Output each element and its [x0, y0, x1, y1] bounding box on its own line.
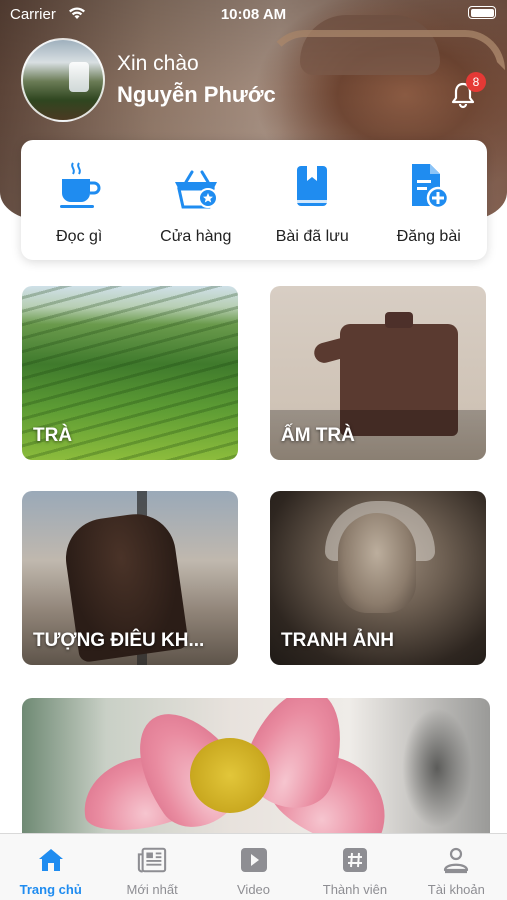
- hashtag-icon: [340, 846, 370, 874]
- featured-banner[interactable]: [22, 698, 490, 838]
- tab-account[interactable]: Tài khoản: [406, 834, 507, 900]
- portrait-image: [338, 513, 416, 613]
- quick-action-store[interactable]: Cửa hàng: [140, 158, 252, 246]
- teapot-lid: [385, 312, 413, 328]
- quick-action-label: Cửa hàng: [160, 228, 232, 245]
- add-document-icon: [405, 158, 453, 210]
- user-name: Nguyễn Phước: [117, 82, 276, 107]
- quick-action-label: Đăng bài: [396, 228, 461, 245]
- category-tile-teapot[interactable]: ẤM TRÀ: [270, 286, 486, 460]
- tab-home[interactable]: Trang chủ: [0, 834, 101, 900]
- tab-bar: Trang chủ Mới nhất Video Thành viên Tài …: [0, 833, 507, 900]
- tab-label: Tài khoản: [427, 882, 485, 897]
- tab-label: Trang chủ: [19, 882, 82, 897]
- tab-members[interactable]: Thành viên: [304, 834, 405, 900]
- play-icon: [239, 846, 269, 874]
- lotus-image: [190, 738, 270, 813]
- tab-label: Video: [237, 882, 271, 897]
- quick-action-label: Đọc gì: [56, 228, 103, 245]
- home-icon: [36, 846, 66, 874]
- tab-label: Thành viên: [322, 882, 388, 897]
- notification-badge: 8: [466, 72, 486, 92]
- category-label: TRANH ẢNH: [281, 630, 394, 651]
- category-label: ẤM TRÀ: [281, 425, 355, 446]
- quick-action-label: Bài đã lưu: [275, 228, 349, 245]
- clock: 10:08 AM: [220, 6, 287, 23]
- coffee-cup-icon: [55, 158, 103, 210]
- category-tile-sculpture[interactable]: TƯỢNG ĐIÊU KH...: [22, 491, 238, 665]
- tab-label: Mới nhất: [126, 882, 178, 897]
- category-tile-tea[interactable]: TRÀ: [22, 286, 238, 460]
- shopping-basket-icon: [172, 158, 220, 210]
- avatar[interactable]: [21, 38, 105, 122]
- greeting-text: Xin chào: [117, 52, 199, 75]
- waterfall-image: [69, 62, 89, 92]
- category-label: TRÀ: [33, 425, 73, 446]
- category-label: TƯỢNG ĐIÊU KH...: [33, 630, 205, 651]
- battery-icon: [468, 6, 496, 19]
- status-bar: Carrier 10:08 AM: [0, 0, 507, 30]
- tab-video[interactable]: Video: [203, 834, 304, 900]
- quick-action-post[interactable]: Đăng bài: [373, 158, 485, 246]
- bookmark-book-icon: [288, 158, 336, 210]
- category-tile-paintings[interactable]: TRANH ẢNH: [270, 491, 486, 665]
- quick-actions-card: Đọc gì Cửa hàng Bài đã lưu Đăng bài: [21, 140, 487, 260]
- quick-action-read[interactable]: Đọc gì: [23, 158, 135, 246]
- quick-action-saved[interactable]: Bài đã lưu: [256, 158, 368, 246]
- tab-latest[interactable]: Mới nhất: [101, 834, 202, 900]
- user-icon: [441, 846, 471, 874]
- newspaper-icon: [137, 846, 167, 874]
